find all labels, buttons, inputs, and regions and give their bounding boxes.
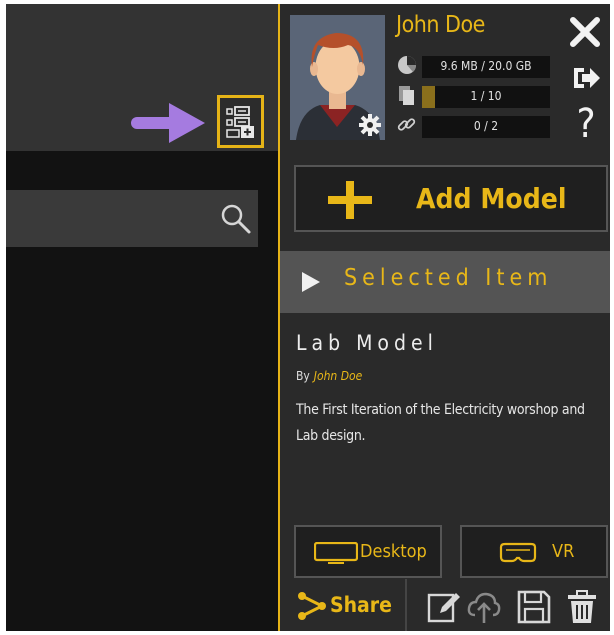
model-description: The First Iteration of the Electricity w… bbox=[296, 402, 585, 444]
author-name: John Doe bbox=[313, 369, 363, 383]
logout-icon[interactable] bbox=[570, 62, 602, 94]
link-icon bbox=[397, 118, 416, 131]
avatar[interactable] bbox=[290, 15, 385, 140]
models-icon bbox=[399, 86, 414, 105]
add-model-label: Add Model bbox=[416, 182, 567, 215]
app-root: John Doe 9.6 MB / 20.0 GB 1 / 10 0 / 2 ?… bbox=[6, 4, 610, 631]
model-title: Lab Model bbox=[296, 331, 438, 355]
close-icon[interactable] bbox=[567, 14, 603, 50]
search-icon[interactable] bbox=[218, 201, 252, 235]
pointer-arrow-icon bbox=[131, 103, 205, 143]
help-icon[interactable]: ? bbox=[570, 104, 602, 146]
storage-bar: 9.6 MB / 20.0 GB bbox=[422, 56, 550, 78]
delete-icon[interactable] bbox=[564, 589, 600, 625]
settings-gear-icon[interactable] bbox=[358, 113, 382, 137]
share-icon bbox=[298, 592, 326, 620]
by-label: By bbox=[296, 369, 310, 383]
links-bar: 0 / 2 bbox=[422, 116, 550, 138]
desktop-button[interactable]: Desktop bbox=[294, 525, 442, 578]
selected-item-header[interactable]: Selected Item bbox=[280, 251, 610, 313]
models-bar: 1 / 10 bbox=[422, 86, 550, 108]
right-panel: John Doe 9.6 MB / 20.0 GB 1 / 10 0 / 2 ?… bbox=[278, 4, 610, 631]
vr-headset-icon bbox=[499, 542, 537, 563]
plus-icon bbox=[328, 181, 372, 219]
vr-label: VR bbox=[552, 541, 575, 562]
storage-icon bbox=[398, 56, 417, 74]
add-tool-icon bbox=[226, 106, 254, 138]
user-name: John Doe bbox=[396, 12, 485, 38]
selected-item-label: Selected Item bbox=[344, 265, 553, 291]
edit-icon[interactable] bbox=[426, 589, 462, 625]
storage-value: 9.6 MB / 20.0 GB bbox=[440, 59, 532, 73]
add-model-button[interactable]: Add Model bbox=[294, 165, 608, 232]
monitor-icon bbox=[314, 542, 358, 564]
models-value: 1 / 10 bbox=[470, 89, 502, 103]
save-icon[interactable] bbox=[516, 589, 552, 625]
share-button[interactable]: Share bbox=[296, 586, 406, 626]
vr-button[interactable]: VR bbox=[460, 525, 608, 578]
desktop-label: Desktop bbox=[360, 541, 427, 562]
upload-icon[interactable] bbox=[466, 589, 502, 625]
model-author: By John Doe bbox=[296, 369, 362, 383]
share-label: Share bbox=[330, 593, 392, 617]
toolbar-divider bbox=[405, 579, 407, 631]
play-icon bbox=[302, 272, 320, 292]
add-tool-button[interactable] bbox=[217, 95, 264, 148]
links-value: 0 / 2 bbox=[473, 119, 499, 133]
